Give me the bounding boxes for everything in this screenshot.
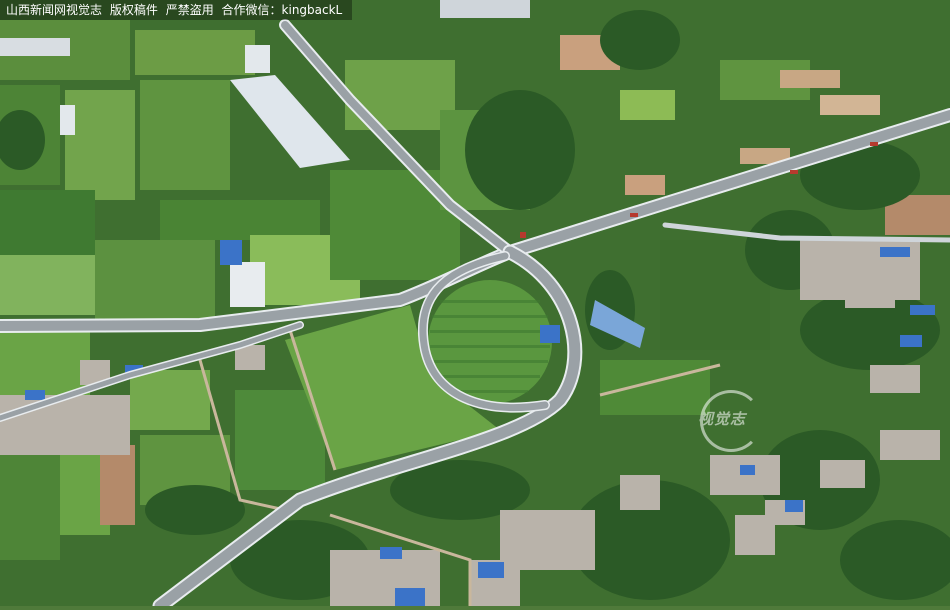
aerial-photo: 山西新闻网视觉志 版权稿件 严禁盗用 合作微信：kingbackL 视觉志 [0,0,950,610]
caption-contact: 合作微信：kingbackL [221,3,343,17]
caption-copyright: 版权稿件 [109,3,158,17]
photo-caption: 山西新闻网视觉志 版权稿件 严禁盗用 合作微信：kingbackL [0,0,353,20]
watermark-logo: 视觉志 [690,388,790,452]
aerial-landscape [0,0,950,610]
caption-warning: 严禁盗用 [165,3,214,17]
watermark-text: 视觉志 [698,410,747,428]
caption-source: 山西新闻网视觉志 [6,3,103,17]
